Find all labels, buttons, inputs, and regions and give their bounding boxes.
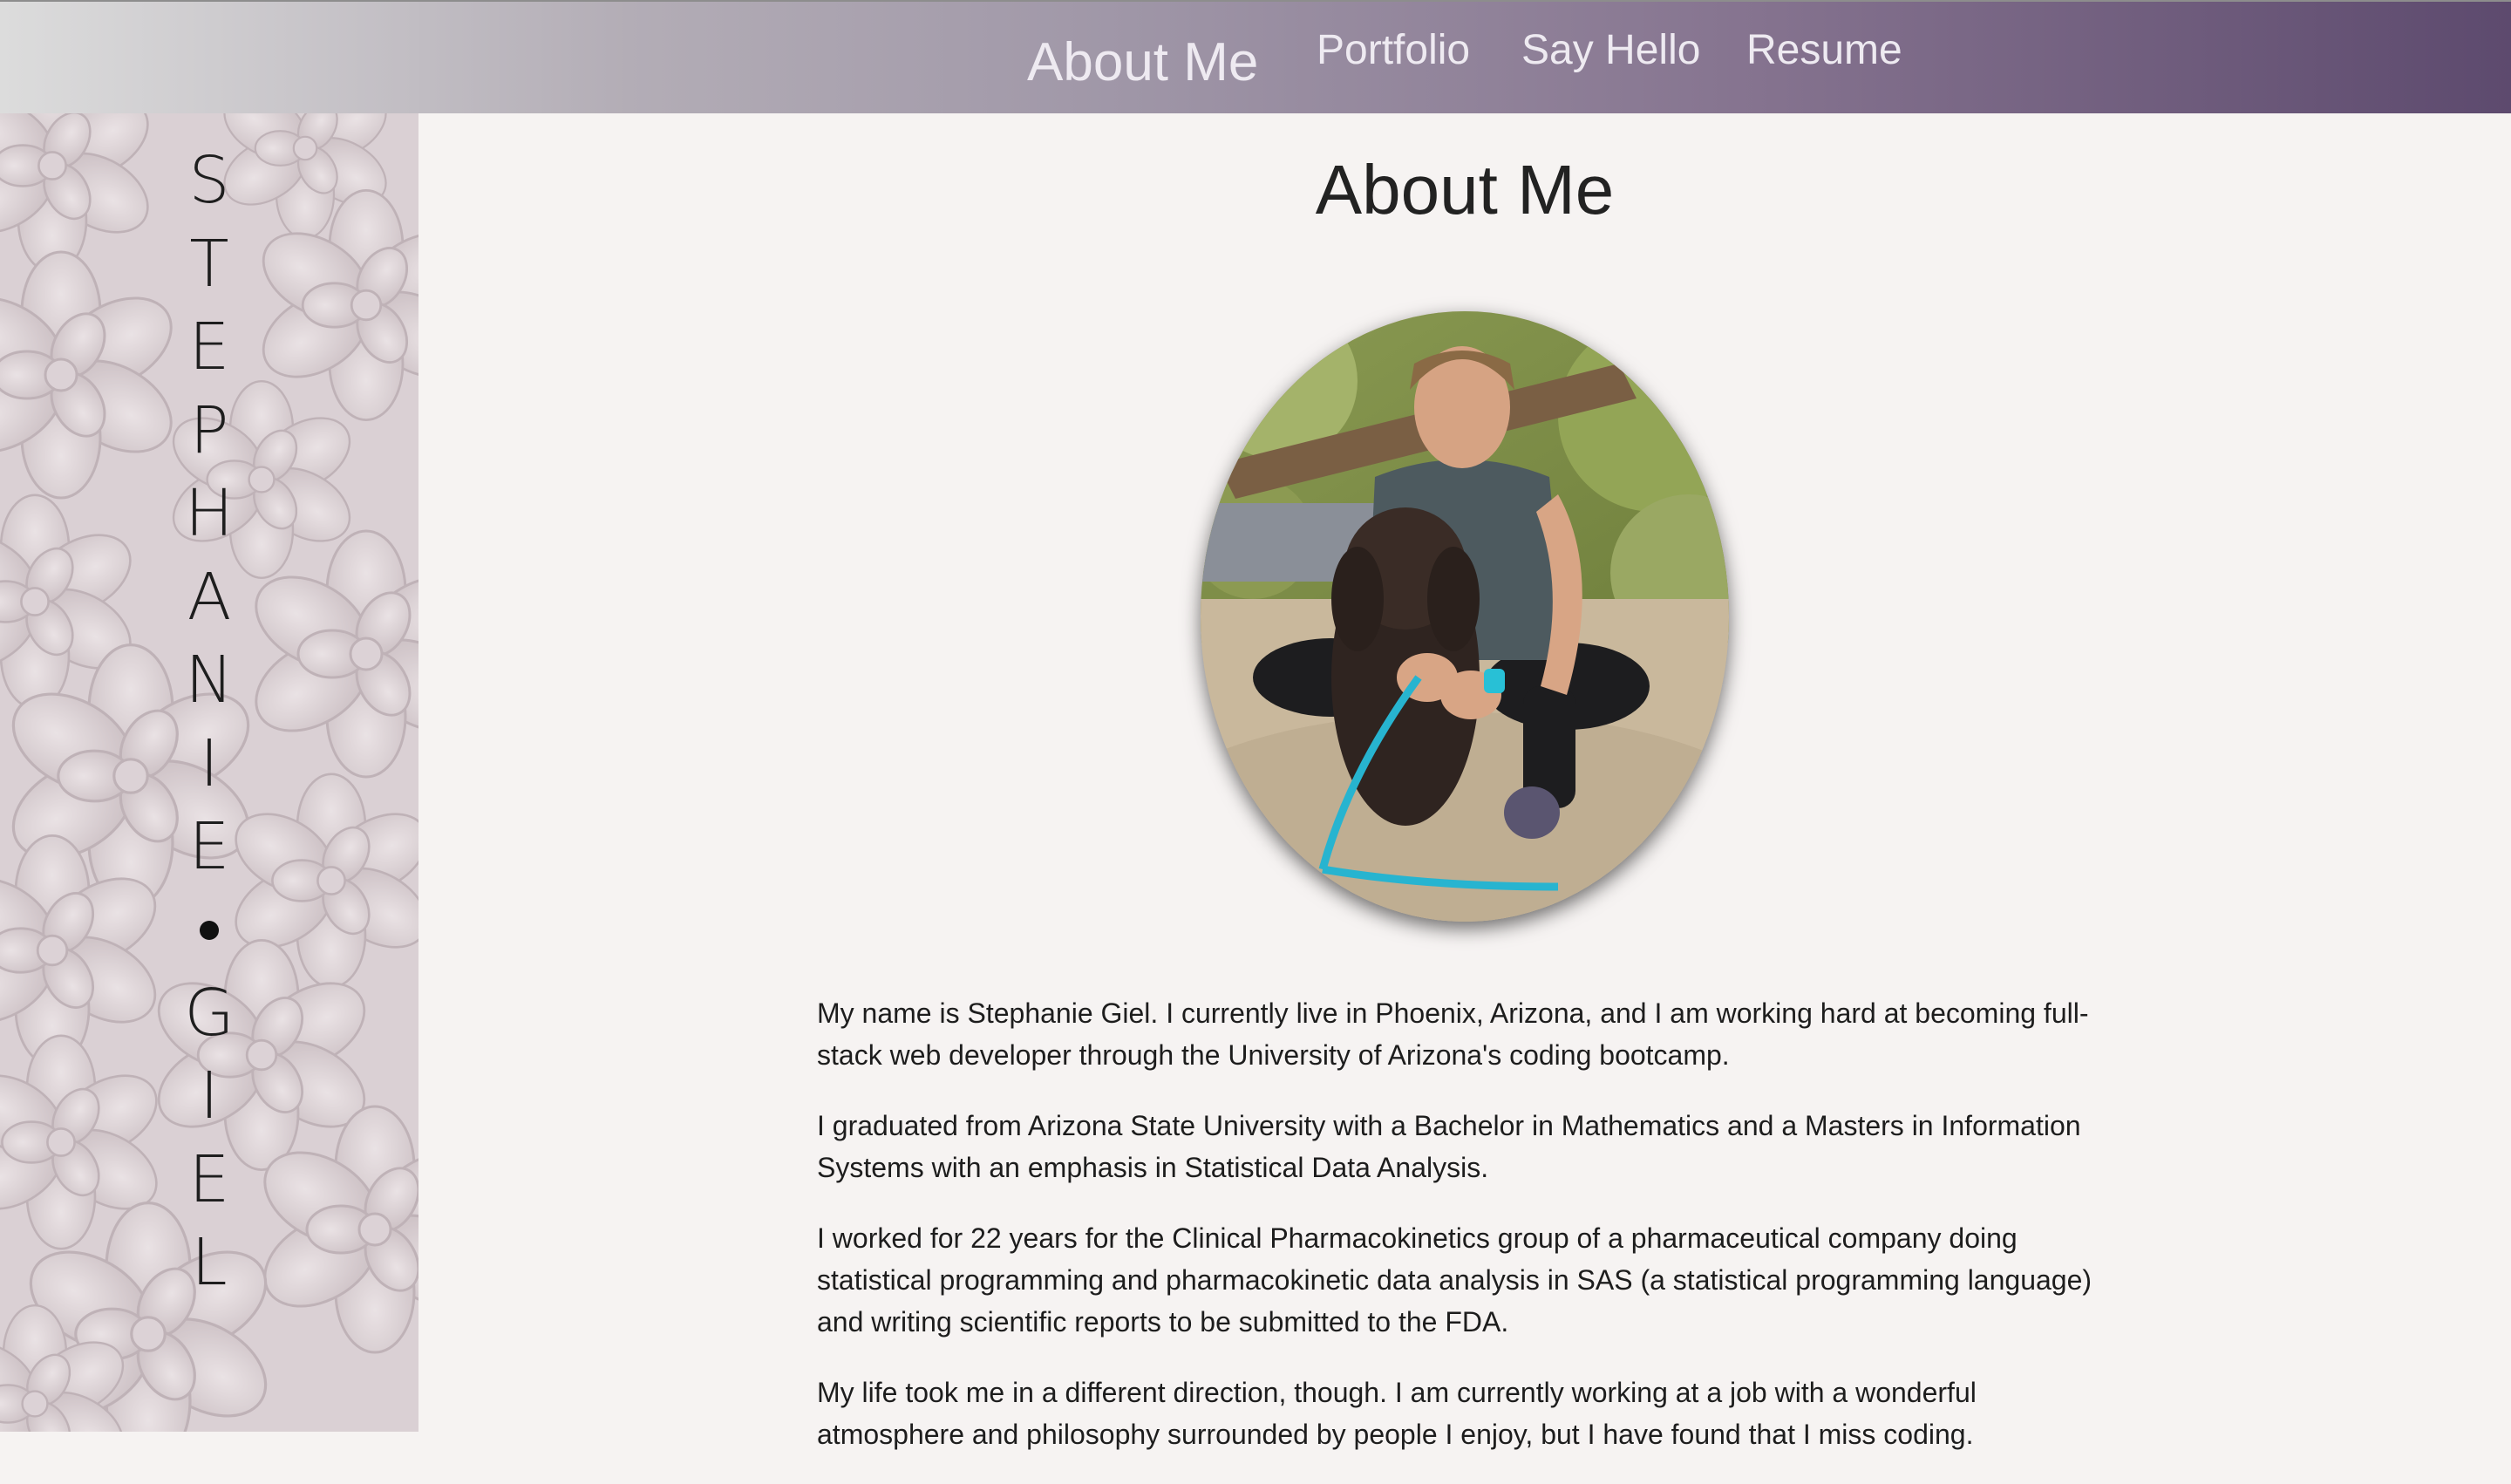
- name-letter: T: [189, 226, 229, 302]
- name-letter: E: [188, 310, 230, 385]
- bio-paragraph: I graduated from Arizona State Universit…: [817, 1110, 2081, 1183]
- nav-link-resume[interactable]: Resume: [1746, 26, 1902, 74]
- bio-paragraph: My life took me in a different direction…: [817, 1377, 1977, 1450]
- nav-link-say-hello[interactable]: Say Hello: [1521, 26, 1700, 74]
- name-letter: I: [200, 725, 219, 801]
- name-letter: E: [188, 1141, 230, 1217]
- name-letter: P: [189, 392, 229, 468]
- name-letter: E: [188, 809, 230, 884]
- name-letter: H: [185, 476, 234, 551]
- vertical-name: S T E P H A N I E G I E L: [166, 140, 253, 1305]
- name-dot-separator: [200, 920, 219, 940]
- main-content: About Me My name is Stephanie Giel. I cu…: [418, 113, 2511, 1450]
- name-letter: A: [187, 559, 232, 635]
- sidebar: S T E P H A N I E G I E L: [0, 113, 418, 1432]
- nav-link-portfolio[interactable]: Portfolio: [1317, 26, 1470, 74]
- top-navbar: About Me Portfolio Say Hello Resume: [0, 0, 2511, 113]
- bio-text: My name is Stephanie Giel. I currently l…: [817, 992, 2116, 1484]
- page-title: About Me: [1315, 151, 1615, 228]
- name-letter: G: [184, 975, 235, 1051]
- name-letter: S: [188, 143, 230, 218]
- name-letter: I: [200, 1059, 219, 1133]
- profile-photo: [1201, 311, 1729, 922]
- profile-photo-illustration: [1201, 311, 1729, 922]
- nav-link-about-me[interactable]: About Me: [1027, 31, 1258, 93]
- bio-paragraph: I worked for 22 years for the Clinical P…: [817, 1222, 2092, 1338]
- name-letter: N: [185, 643, 234, 718]
- name-letter: L: [191, 1225, 228, 1300]
- bio-paragraph: My name is Stephanie Giel. I currently l…: [817, 997, 2089, 1071]
